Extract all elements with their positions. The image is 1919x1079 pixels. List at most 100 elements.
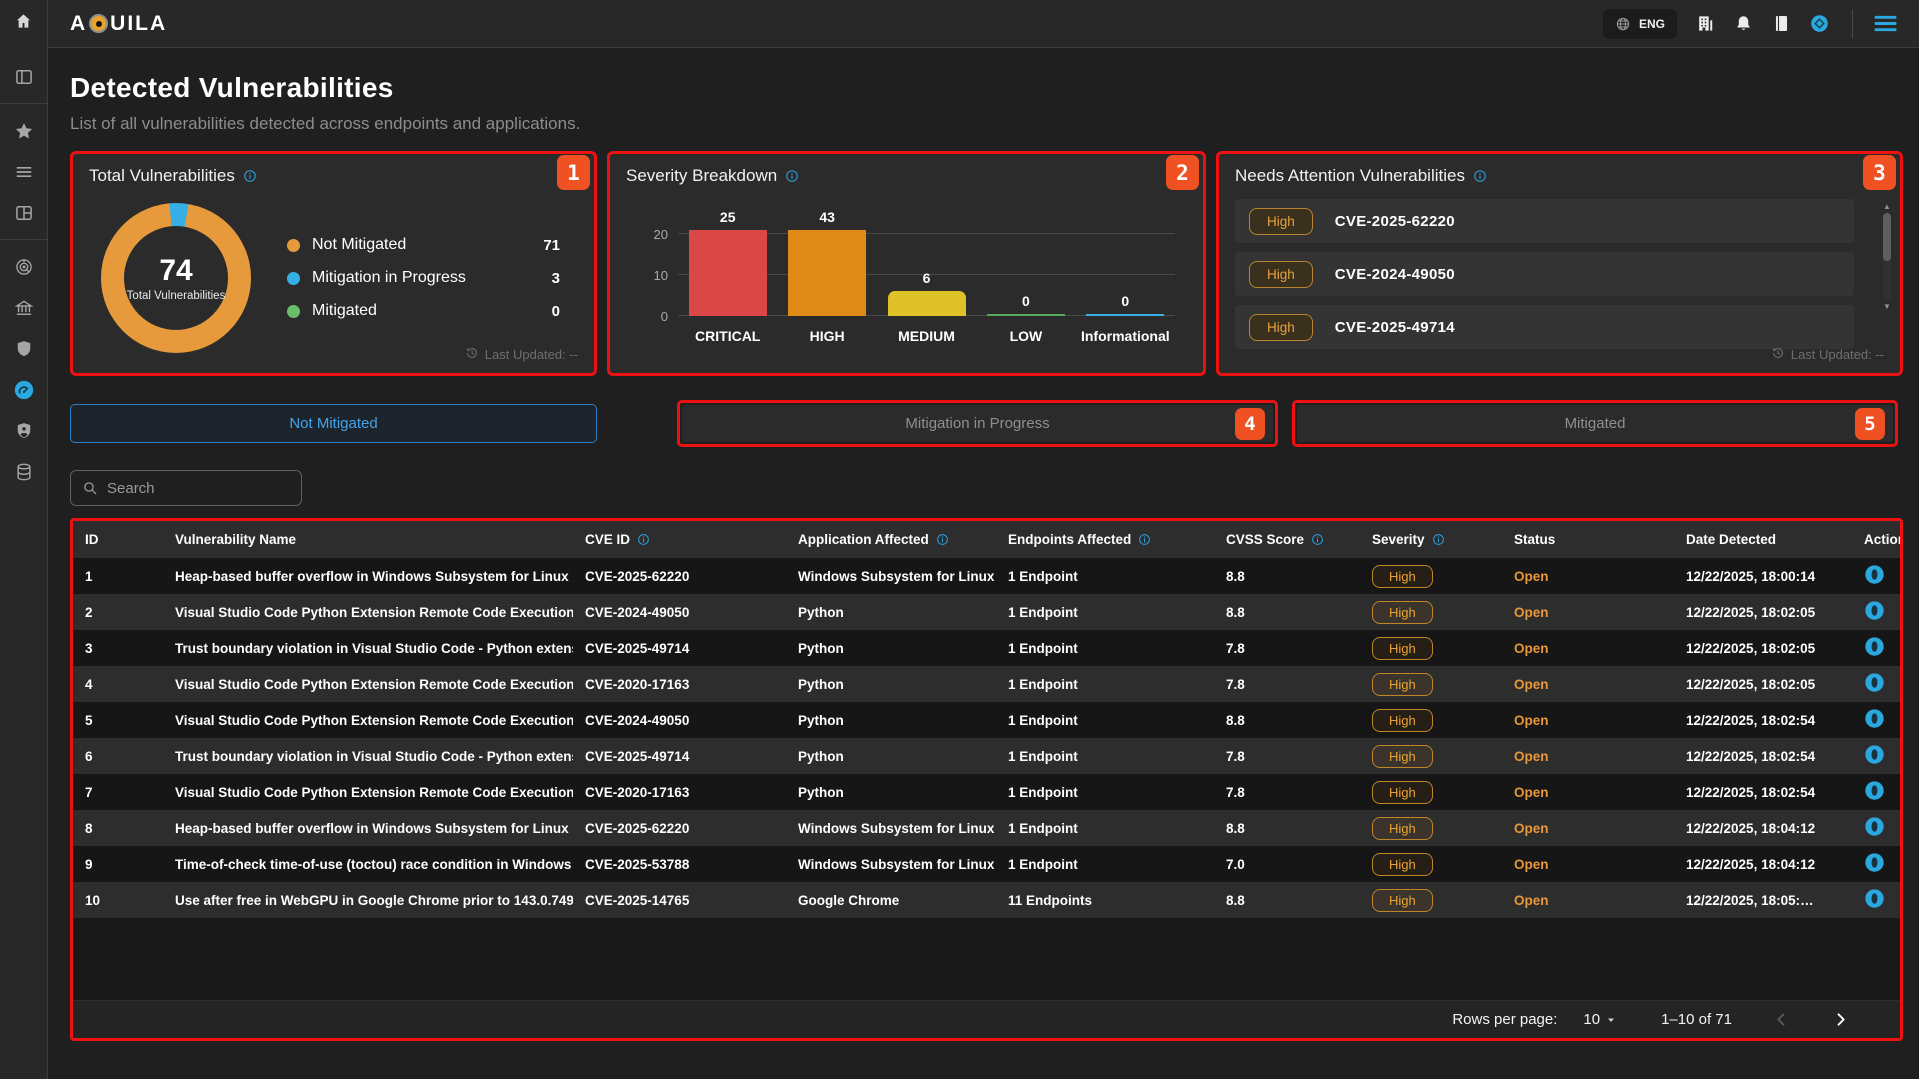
bank-icon	[14, 298, 34, 318]
language-selector[interactable]: ENG	[1603, 9, 1677, 39]
table-row[interactable]: 8 Heap-based buffer overflow in Windows …	[73, 810, 1900, 846]
legend-value: 0	[552, 303, 560, 320]
sidebar-item-shield[interactable]	[0, 328, 47, 369]
next-page-button[interactable]	[1831, 1010, 1850, 1029]
table-row[interactable]: 1 Heap-based buffer overflow in Windows …	[73, 558, 1900, 594]
scrollbar-thumb[interactable]	[1883, 213, 1891, 261]
scroll-up-icon[interactable]: ▲	[1883, 202, 1891, 211]
view-details-eye-icon[interactable]	[1864, 600, 1885, 621]
cell-cvss-score: 8.8	[1214, 605, 1360, 620]
top-navbar: A UILA ENG	[48, 0, 1919, 48]
search-input[interactable]	[107, 480, 290, 497]
attention-item[interactable]: High CVE-2024-49050	[1235, 252, 1854, 296]
previous-page-button[interactable]	[1772, 1010, 1791, 1029]
info-icon[interactable]	[1138, 533, 1151, 546]
view-details-eye-icon[interactable]	[1864, 564, 1885, 585]
tab-mitigation-in-progress[interactable]: Mitigation in Progress	[682, 405, 1273, 442]
rows-per-page-select[interactable]: 10	[1583, 1011, 1617, 1028]
view-details-eye-icon[interactable]	[1864, 708, 1885, 729]
cell-severity: High	[1360, 601, 1502, 624]
sidebar-item-star[interactable]	[0, 110, 47, 151]
column-header-endpoints-affected: Endpoints Affected	[996, 532, 1214, 547]
annotation-badge-5: 5	[1855, 408, 1885, 440]
lifebuoy-icon[interactable]	[1810, 14, 1829, 33]
x-axis-label: HIGH	[777, 328, 876, 344]
info-icon[interactable]	[1311, 533, 1324, 546]
building-icon[interactable]	[1696, 14, 1715, 33]
cell-date-detected: 12/22/2025, 18:02:05	[1674, 605, 1852, 620]
cell-id: 6	[73, 749, 163, 764]
table-row[interactable]: 4 Visual Studio Code Python Extension Re…	[73, 666, 1900, 702]
cell-endpoints-affected: 1 Endpoint	[996, 857, 1214, 872]
table-row[interactable]: 7 Visual Studio Code Python Extension Re…	[73, 774, 1900, 810]
bar-critical: 25	[678, 230, 777, 316]
cell-actions	[1852, 600, 1900, 624]
bar-value-label: 6	[877, 270, 976, 286]
info-icon[interactable]	[785, 169, 799, 183]
view-details-eye-icon[interactable]	[1864, 672, 1885, 693]
view-details-eye-icon[interactable]	[1864, 888, 1885, 909]
attention-item[interactable]: High CVE-2025-49714	[1235, 305, 1854, 349]
view-details-eye-icon[interactable]	[1864, 816, 1885, 837]
sidebar	[0, 0, 48, 1079]
cell-application-affected: Windows Subsystem for Linux	[786, 857, 996, 872]
info-icon[interactable]	[243, 169, 257, 183]
bell-icon[interactable]	[1734, 14, 1753, 33]
cell-cve-id: CVE-2025-62220	[573, 821, 786, 836]
scroll-down-icon[interactable]: ▼	[1883, 302, 1891, 311]
table-row[interactable]: 3 Trust boundary violation in Visual Stu…	[73, 630, 1900, 666]
bar-chart-x-labels: CRITICALHIGHMEDIUMLOWInformational	[678, 328, 1175, 344]
table-row[interactable]: 9 Time-of-check time-of-use (toctou) rac…	[73, 846, 1900, 882]
sidebar-item-database[interactable]	[0, 451, 47, 492]
cell-endpoints-affected: 1 Endpoint	[996, 569, 1214, 584]
view-details-eye-icon[interactable]	[1864, 744, 1885, 765]
bar-low: 0	[976, 230, 1075, 316]
bar-value-label: 0	[976, 293, 1075, 309]
cell-endpoints-affected: 1 Endpoint	[996, 605, 1214, 620]
table-row[interactable]: 2 Visual Studio Code Python Extension Re…	[73, 594, 1900, 630]
app-logo[interactable]: A UILA	[70, 12, 167, 36]
sidebar-item-shield-user[interactable]	[0, 410, 47, 451]
info-icon[interactable]	[1432, 533, 1445, 546]
scrollbar-track[interactable]	[1883, 213, 1891, 300]
last-updated: Last Updated: --	[1771, 346, 1884, 363]
attention-scrollbar[interactable]: ▲ ▼	[1881, 202, 1893, 311]
bar-value-label: 0	[1076, 293, 1175, 309]
donut-center: 74 Total Vulnerabilities	[124, 226, 228, 330]
table-row[interactable]: 10 Use after free in WebGPU in Google Ch…	[73, 882, 1900, 918]
info-icon[interactable]	[637, 533, 650, 546]
cve-id: CVE-2024-49050	[1335, 266, 1455, 283]
tab-not-mitigated[interactable]: Not Mitigated	[70, 404, 597, 443]
sidebar-item-radar[interactable]	[0, 246, 47, 287]
navbar-icon-group	[1696, 14, 1829, 33]
sidebar-item-home[interactable]	[0, 0, 47, 48]
bar	[888, 291, 966, 316]
cell-status: Open	[1502, 785, 1674, 800]
sidebar-item-menu[interactable]	[0, 151, 47, 192]
attention-item[interactable]: High CVE-2025-62220	[1235, 199, 1854, 243]
view-details-eye-icon[interactable]	[1864, 636, 1885, 657]
cell-endpoints-affected: 1 Endpoint	[996, 713, 1214, 728]
cell-application-affected: Python	[786, 605, 996, 620]
table-row[interactable]: 6 Trust boundary violation in Visual Stu…	[73, 738, 1900, 774]
search-box[interactable]	[70, 470, 302, 506]
tab-mitigated[interactable]: Mitigated	[1297, 405, 1893, 442]
sidebar-item-layout-grid[interactable]	[0, 192, 47, 233]
cell-date-detected: 12/22/2025, 18:04:12	[1674, 857, 1852, 872]
last-updated: Last Updated: --	[465, 346, 578, 363]
hamburger-menu-icon[interactable]	[1872, 10, 1899, 37]
book-icon[interactable]	[1772, 14, 1791, 33]
cell-id: 4	[73, 677, 163, 692]
gauge-icon	[14, 380, 34, 400]
table-row[interactable]: 5 Visual Studio Code Python Extension Re…	[73, 702, 1900, 738]
sidebar-item-gauge[interactable]	[0, 369, 47, 410]
sidebar-item-bank[interactable]	[0, 287, 47, 328]
legend-value: 3	[552, 270, 560, 287]
view-details-eye-icon[interactable]	[1864, 780, 1885, 801]
info-icon[interactable]	[936, 533, 949, 546]
page-subtitle: List of all vulnerabilities detected acr…	[70, 114, 1903, 134]
sidebar-item-panel-left[interactable]	[0, 56, 47, 97]
cell-vulnerability-name: Visual Studio Code Python Extension Remo…	[163, 677, 573, 692]
info-icon[interactable]	[1473, 169, 1487, 183]
view-details-eye-icon[interactable]	[1864, 852, 1885, 873]
